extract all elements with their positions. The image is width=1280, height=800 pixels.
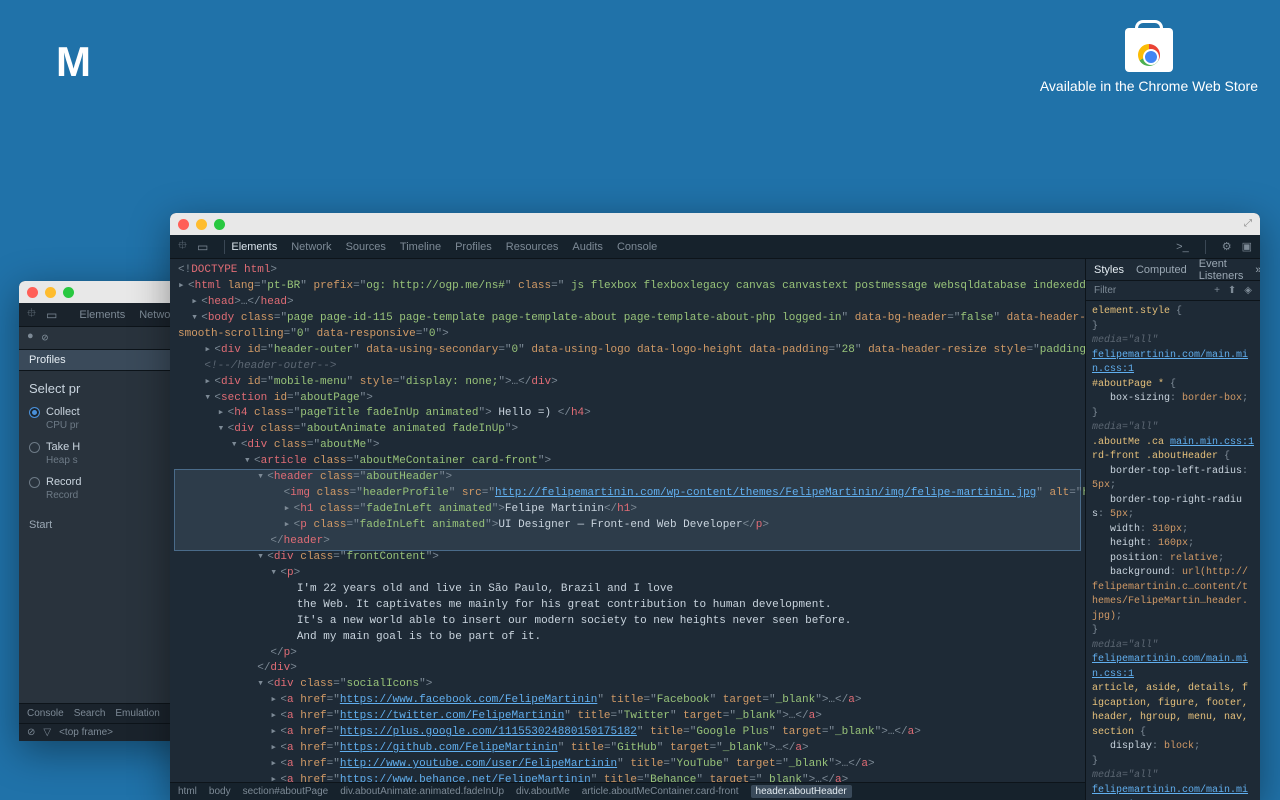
add-rule-icon[interactable]: + [1214,285,1220,296]
breadcrumb-item[interactable]: html [178,786,197,797]
tab-network[interactable]: Network [291,241,331,253]
tab-event-listeners[interactable]: Event Listeners [1199,258,1244,282]
tab-resources[interactable]: Resources [506,241,559,253]
tab-profiles[interactable]: Profiles [455,241,492,253]
tab-styles[interactable]: Styles [1094,264,1124,276]
store-text: Available in the Chrome Web Store [1040,78,1258,94]
more-tabs-icon[interactable]: » [1255,264,1260,276]
device-icon[interactable]: ▭ [197,240,208,254]
profile-option[interactable]: Take H [29,441,189,453]
titlebar[interactable]: ⤢ [170,213,1260,235]
zoom-icon[interactable] [63,287,74,298]
devtools-window-primary: ⤢ ⯐ ▭ Elements Network Sources Timeline Prof… [170,213,1260,800]
tab-timeline[interactable]: Timeline [400,241,441,253]
tab-search[interactable]: Search [74,708,106,719]
tab-emulation[interactable]: Emulation [115,708,159,719]
close-icon[interactable] [178,219,189,230]
profile-option[interactable]: Collect [29,406,189,418]
breadcrumb-item[interactable]: article.aboutMeContainer.card-front [582,786,739,797]
breadcrumb-item[interactable]: section#aboutPage [243,786,329,797]
filter-input[interactable]: Filter [1094,285,1116,296]
chrome-store-badge[interactable]: Available in the Chrome Web Store [1040,28,1258,94]
close-icon[interactable] [27,287,38,298]
record-icon[interactable]: ● [27,331,34,345]
select-heading: Select pr [29,381,189,396]
clear-icon[interactable]: ⊘ [42,331,49,345]
dom-breadcrumb[interactable]: html body section#aboutPage div.aboutAnimat… [170,782,1085,800]
pin-icon[interactable]: ⬆ [1228,285,1236,296]
breadcrumb-item[interactable]: body [209,786,231,797]
start-button[interactable]: Start [29,519,189,531]
filter-icon[interactable]: ▽ [43,727,51,738]
expand-icon[interactable]: ⤢ [1244,218,1252,230]
tab-elements[interactable]: Elements [231,241,277,253]
css-rules[interactable]: element.style {}media="all" felipemartin… [1086,301,1260,800]
tab-sources[interactable]: Sources [346,241,386,253]
settings-icon[interactable]: ⚙ [1222,240,1232,253]
clear-icon[interactable]: ⊘ [27,727,35,738]
inspect-icon[interactable]: ⯐ [178,236,187,257]
minimize-icon[interactable] [196,219,207,230]
inspect-icon[interactable]: ⯐ [27,304,36,325]
profile-option[interactable]: Record [29,476,189,488]
breadcrumb-item[interactable]: header.aboutHeader [751,785,852,798]
frame-selector[interactable]: <top frame> [59,727,113,738]
tab-audits[interactable]: Audits [572,241,603,253]
zoom-icon[interactable] [214,219,225,230]
brand-logo: M [56,38,89,86]
dom-tree-panel[interactable]: <!DOCTYPE html>▸<html lang="pt-BR" prefi… [170,259,1085,800]
tab-console[interactable]: Console [27,708,64,719]
toggle-icon[interactable]: ◈ [1244,285,1252,296]
device-icon[interactable]: ▭ [46,308,57,322]
devtools-toolbar: ⯐ ▭ Elements Network Sources Timeline Profil… [170,235,1260,259]
minimize-icon[interactable] [45,287,56,298]
tab-console[interactable]: Console [617,241,657,253]
breadcrumb-item[interactable]: div.aboutAnimate.animated.fadeInUp [340,786,504,797]
tab-elements[interactable]: Elements [79,309,125,321]
dock-icon[interactable]: ▣ [1242,240,1252,253]
breadcrumb-item[interactable]: div.aboutMe [516,786,570,797]
tab-computed[interactable]: Computed [1136,264,1187,276]
console-toggle-icon[interactable]: >_ [1176,241,1189,253]
shopping-bag-icon [1125,28,1173,72]
styles-panel: Styles Computed Event Listeners » Filter… [1085,259,1260,800]
